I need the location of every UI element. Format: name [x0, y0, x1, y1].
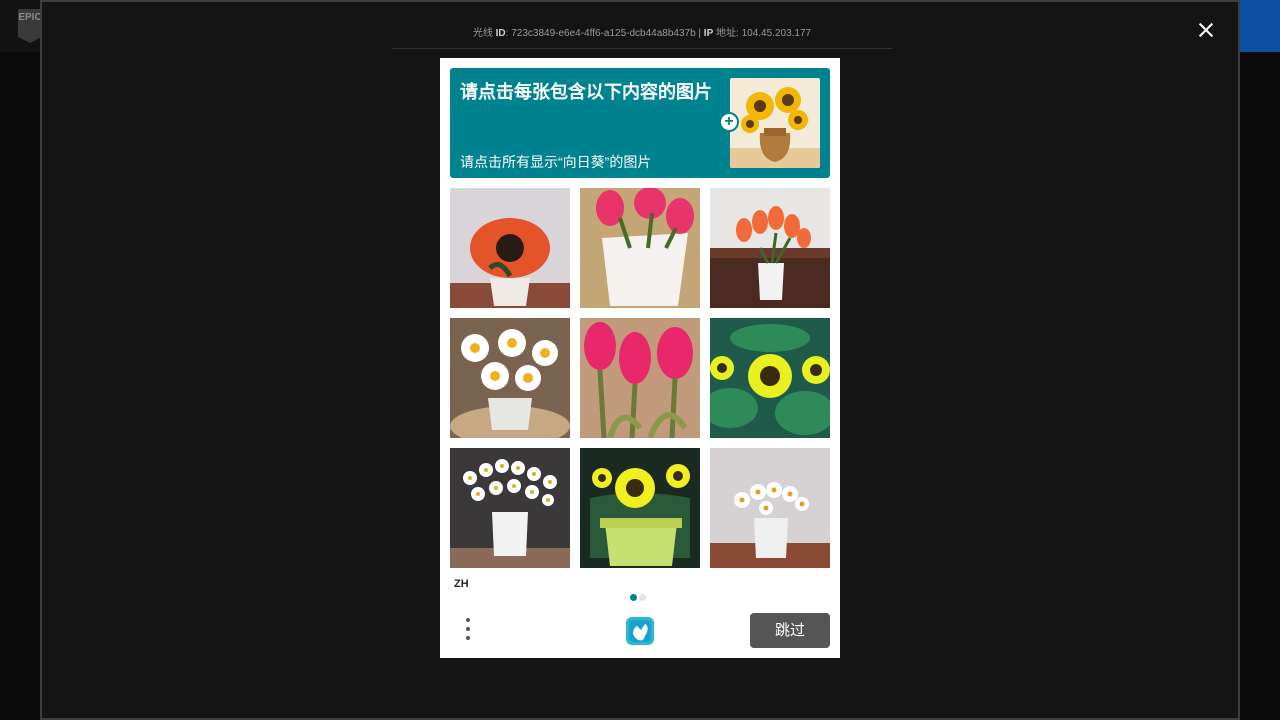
tile-5[interactable] [580, 318, 700, 438]
menu-icon[interactable] [462, 618, 474, 644]
tile-8[interactable] [580, 448, 700, 568]
tile-3[interactable] [710, 188, 830, 308]
prompt-subtitle: 请点击所有显示“向日葵”的图片 [460, 154, 652, 170]
page-dot [639, 594, 646, 601]
ip-value: 104.45.203.177 [741, 28, 812, 39]
tile-4[interactable] [450, 318, 570, 438]
hcaptcha-challenge: 请点击每张包含以下内容的图片 请点击所有显示“向日葵”的图片 + ZH 跳过 [440, 58, 840, 658]
ray-prefix: 光线 [472, 28, 493, 39]
tile-9[interactable] [710, 448, 830, 568]
ray-id-label: ID [495, 28, 506, 39]
epic-logo-text: EPIC [18, 12, 42, 23]
challenge-prompt: 请点击每张包含以下内容的图片 请点击所有显示“向日葵”的图片 + [450, 68, 830, 178]
tile-6[interactable] [710, 318, 830, 438]
tile-1[interactable] [450, 188, 570, 308]
ray-id-value: 723c3849-e6e4-4ff6-a125-dcb44a8b437b [511, 28, 696, 39]
page-indicator [630, 588, 648, 606]
add-example-icon[interactable]: + [719, 112, 739, 132]
reference-image [730, 78, 820, 168]
skip-button[interactable]: 跳过 [750, 613, 830, 648]
tile-2[interactable] [580, 188, 700, 308]
tile-7[interactable] [450, 448, 570, 568]
sign-in-button[interactable] [1238, 0, 1280, 52]
ray-id-info: 光线 ID: 723c3849-e6e4-4ff6-a125-dcb44a8b4… [392, 24, 892, 49]
ip-label: IP [703, 28, 714, 39]
epic-games-logo[interactable]: EPIC [18, 9, 42, 43]
close-icon[interactable] [1194, 18, 1218, 42]
language-selector[interactable]: ZH [454, 578, 469, 590]
ip-suffix: 地址 [716, 28, 737, 39]
page-dot-active [630, 594, 637, 601]
hcaptcha-logo-icon [623, 614, 657, 648]
prompt-title: 请点击每张包含以下内容的图片 [460, 82, 712, 102]
